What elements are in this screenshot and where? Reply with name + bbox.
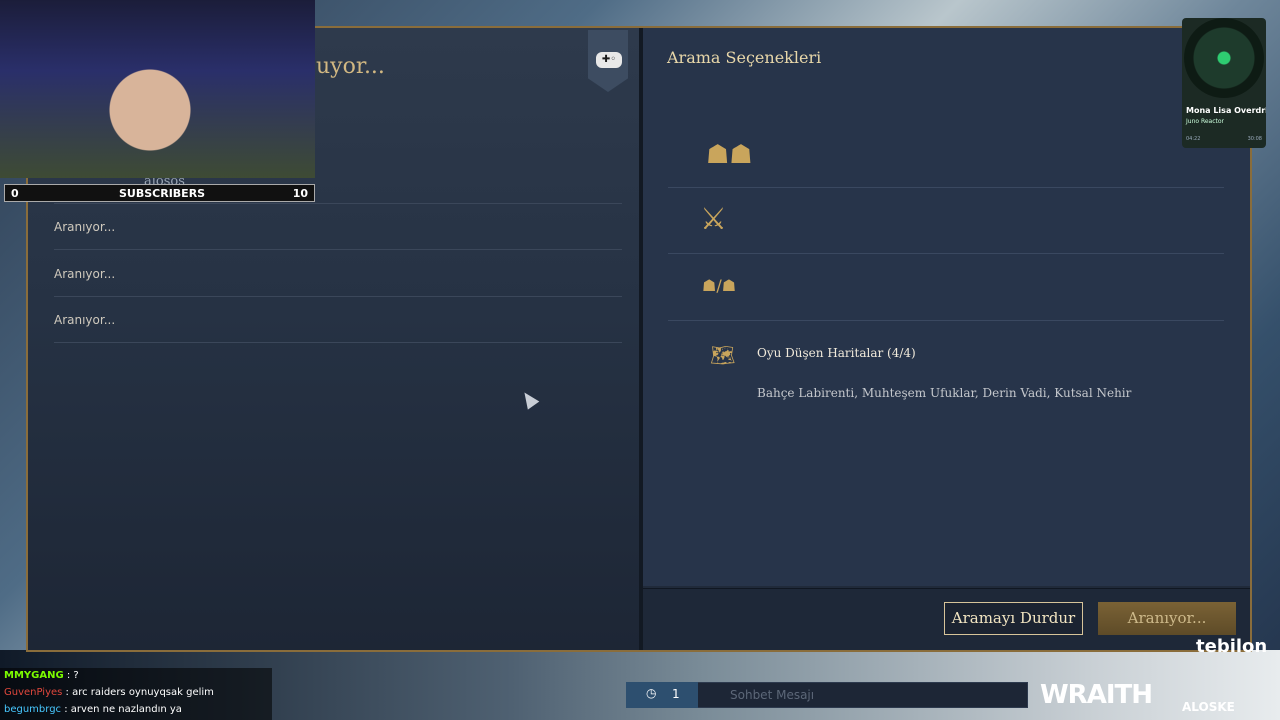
player-slot-3: Aranıyor... — [54, 297, 622, 343]
music-total: 30:08 — [1247, 136, 1262, 142]
game-chat-input[interactable]: Sohbet Mesajı — [730, 688, 814, 702]
maps-list: Bahçe Labirenti, Muhteşem Ufuklar, Derin… — [757, 386, 1132, 400]
brand-logo: WRAITH — [1040, 680, 1153, 710]
subscriber-goal-bar: 0 SUBSCRIBERS 10 — [4, 184, 315, 202]
option-row-maps: 🗺 — [668, 321, 1224, 421]
music-elapsed: 04:22 — [1186, 136, 1201, 142]
stop-search-button[interactable]: Aramayı Durdur — [944, 602, 1083, 635]
search-options-title: Arama Seçenekleri — [667, 48, 822, 67]
party-count-value: 1 — [672, 687, 680, 701]
option-row-mode: ⚔ — [668, 188, 1224, 254]
option-row-teams: ☗/☗ — [668, 254, 1224, 321]
clock-icon: ◷ — [646, 686, 657, 700]
subscriber-label: SUBSCRIBERS — [119, 187, 206, 200]
webcam-feed — [0, 0, 315, 178]
music-artist: Juno Reactor — [1186, 118, 1225, 125]
stream-chat: MMYGANG : ? GuvenPiyes : arc raiders oyn… — [0, 668, 272, 720]
party-icon: ☗☗ — [706, 140, 753, 170]
vinyl-disc-icon — [1184, 18, 1264, 98]
music-title: Mona Lisa Overdrive — [1186, 106, 1266, 115]
player-slot-status: Aranıyor... — [54, 220, 116, 234]
chat-message: MMYGANG : ? — [4, 670, 79, 681]
maps-title: Oyu Düşen Haritalar (4/4) — [757, 346, 916, 360]
party-count[interactable]: ◷ 1 — [626, 682, 698, 708]
team-vs-team-icon: ☗/☗ — [702, 276, 737, 295]
sponsor-logo: tebilon — [1196, 636, 1268, 657]
subscriber-goal: 10 — [292, 187, 308, 200]
chat-message: GuvenPiyes : arc raiders oynuyqsak gelim — [4, 687, 214, 698]
player-slot-status: Aranıyor... — [54, 267, 116, 281]
panel-title: uyor... — [316, 54, 385, 79]
controller-icon: ✚◦ — [596, 52, 622, 68]
chat-user: begumbrgc — [4, 704, 62, 715]
music-times: 04:22 30:08 — [1186, 136, 1262, 142]
option-row-party: ☗☗ — [668, 128, 1224, 188]
chat-text: : ? — [63, 670, 79, 681]
chat-text: : arc raiders oynuyqsak gelim — [62, 687, 214, 698]
chat-user: GuvenPiyes — [4, 687, 63, 698]
chat-message: begumbrgc : arven ne nazlandın ya — [4, 704, 182, 715]
creator-code-label: ALOSKE — [1182, 700, 1235, 714]
now-playing-widget: Mona Lisa Overdrive Juno Reactor 04:22 3… — [1182, 18, 1266, 148]
player-slot-status: Aranıyor... — [54, 313, 116, 327]
player-slot-2: Aranıyor... — [54, 251, 622, 297]
map-icon: 🗺 — [710, 343, 736, 367]
player-slot-1: Aranıyor... — [54, 204, 622, 250]
crossed-swords-icon: ⚔ — [700, 202, 727, 237]
chat-text: : arven ne nazlandın ya — [61, 704, 182, 715]
subscriber-current: 0 — [11, 187, 19, 200]
searching-button[interactable]: Aranıyor... — [1098, 602, 1236, 635]
chat-user: MMYGANG — [4, 670, 64, 681]
